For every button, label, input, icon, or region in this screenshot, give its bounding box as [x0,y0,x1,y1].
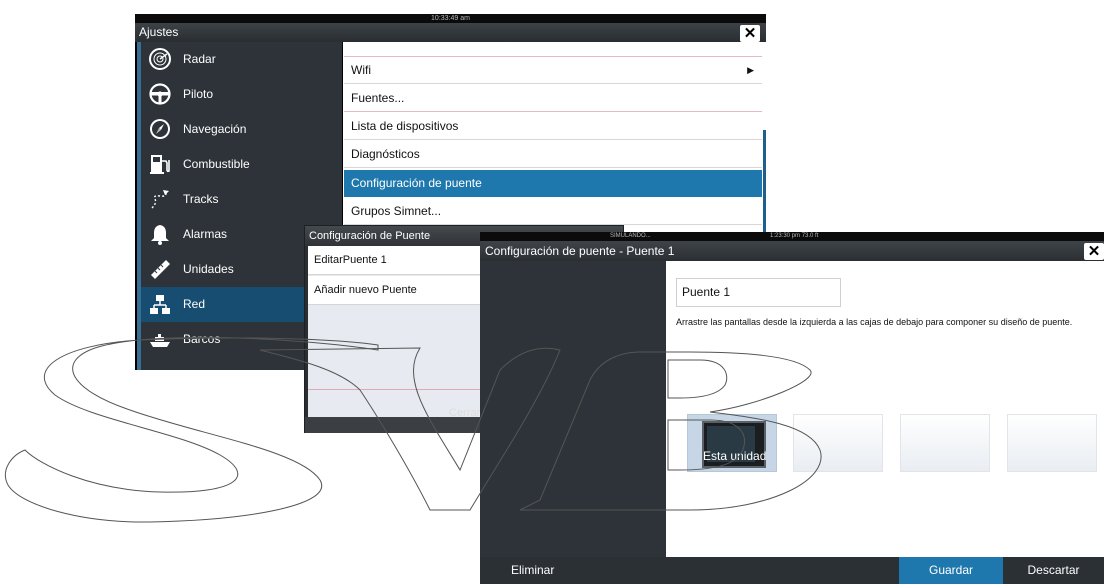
bridge-slot[interactable] [1007,414,1097,472]
sidebar-item-label: Navegación [183,122,247,136]
delete-button[interactable]: Eliminar [485,557,667,584]
discard-button[interactable]: Descartar [1003,557,1104,584]
sidebar-item-label: Unidades [183,262,234,276]
ruler-icon [149,258,171,280]
list-item-label: Lista de dispositivos [351,119,459,133]
bridge-name-field[interactable]: Puente 1 [676,278,841,307]
status-time-depth: 1:23:30 pm 73.0 ft [770,233,819,239]
bridge-edit-footer: Eliminar Guardar Descartar [480,557,1104,584]
list-item-partial [344,42,762,57]
list-item-label: Añadir nuevo Puente [314,284,417,296]
list-item-label: Wifi [351,63,371,77]
chevron-right-icon: ▶ [747,65,754,75]
fuel-pump-icon [149,153,171,175]
bridge-slot[interactable] [900,414,990,472]
sidebar-item-tracks[interactable]: Tracks [141,182,342,217]
close-button[interactable]: Cerrar [449,407,480,419]
close-button[interactable]: ✕ [740,25,760,42]
network-icon [149,293,171,315]
compass-icon [149,118,171,140]
track-icon [149,188,171,210]
list-item-label: Diagnósticos [351,147,420,161]
status-simulating: SIMULANDO... [610,233,651,239]
boat-icon [149,328,171,350]
list-item-lista-dispositivos[interactable]: Lista de dispositivos [344,113,762,140]
bridge-slot[interactable]: Esta unidad [687,414,777,472]
sidebar-item-label: Barcos [183,332,221,346]
list-item-wifi[interactable]: Wifi ▶ [344,57,762,84]
save-button[interactable]: Guardar [899,557,1003,584]
list-item-label: Grupos Simnet... [351,204,442,218]
sidebar-item-combustible[interactable]: Combustible [141,147,342,182]
slot-label: Esta unidad [703,449,767,463]
bell-icon [149,223,171,245]
list-item-grupos-simnet[interactable]: Grupos Simnet... [344,198,762,225]
status-clock: 10:33:49 am [135,14,766,23]
steering-wheel-icon [149,83,171,105]
list-item-configuracion-puente[interactable]: Configuración de puente [344,170,762,197]
list-item-fuentes[interactable]: Fuentes... [344,85,762,112]
close-button[interactable]: ✕ [1084,243,1104,260]
bridge-edit-title: Configuración de puente - Puente 1 [480,241,1104,261]
instruction-text: Arrastre las pantallas desde la izquierd… [676,317,1073,327]
settings-title: Ajustes [135,23,766,42]
available-displays-pane[interactable] [480,261,666,557]
sidebar-item-label: Alarmas [183,227,228,241]
sidebar-item-label: Tracks [183,192,219,206]
list-item-label: Fuentes... [351,91,405,105]
sidebar-item-label: Combustible [183,157,250,171]
sidebar-item-label: Piloto [183,87,214,101]
sidebar-item-radar[interactable]: Radar [141,42,342,77]
list-item-label: Configuración de puente [351,176,482,190]
sidebar-item-piloto[interactable]: Piloto [141,77,342,112]
sidebar-item-label: Radar [183,52,216,66]
sidebar-item-navegacion[interactable]: Navegación [141,112,342,147]
list-item-label: EditarPuente 1 [314,254,387,266]
list-item-diagnosticos[interactable]: Diagnósticos [344,141,762,168]
bridge-edit-dialog: SIMULANDO... 1:23:30 pm 73.0 ft Configur… [480,232,1104,584]
radar-icon [149,48,171,70]
bridge-slot[interactable] [793,414,883,472]
status-bar: SIMULANDO... 1:23:30 pm 73.0 ft [480,232,1104,241]
sidebar-item-label: Red [183,297,206,311]
